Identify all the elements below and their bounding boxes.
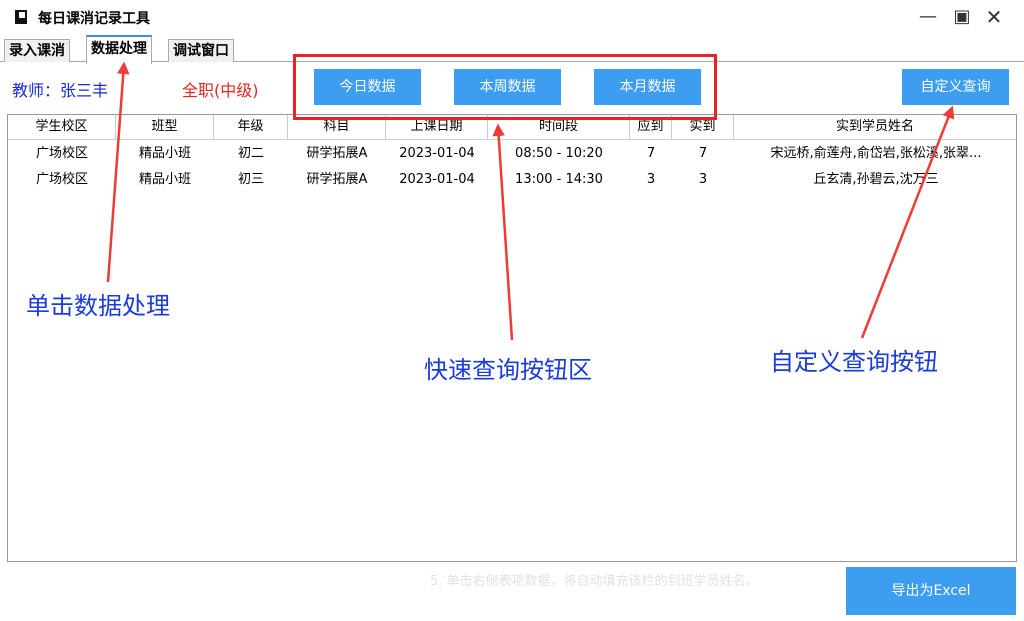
status-label: 全职(中级) [182,81,259,100]
table-cell: 13:00 - 14:30 [515,172,603,187]
window-title: 每日课消记录工具 [38,11,150,27]
table-row[interactable]: 广场校区 精品小班 初三 研学拓展A 2023-01-04 13:00 - 14… [8,168,1016,192]
quick-query-highlight [293,54,717,120]
table-cell: 广场校区 [35,146,88,161]
tab-entry[interactable]: 录入课消 [4,39,70,62]
close-button[interactable]: ✕ [980,4,1008,30]
table-cell: 08:50 - 10:20 [515,146,603,161]
title-bar: 每日课消记录工具 — ▣ ✕ [0,0,1024,34]
table-cell: 7 [698,146,708,161]
table-row[interactable]: 广场校区 精品小班 初二 研学拓展A 2023-01-04 08:50 - 10… [8,142,1016,166]
table-cell: 广场校区 [35,172,88,187]
table-cell: 丘玄清,孙碧云,沈万三 [813,172,939,187]
data-table[interactable]: 学生校区 班型 年级 科目 上课日期 时间段 应到 实到 实到学员姓名 广场校区… [7,114,1017,562]
table-cell: 初二 [237,146,264,161]
maximize-button[interactable]: ▣ [948,4,976,30]
annotation-custom-button: 自定义查询按钮 [770,348,938,376]
table-cell: 2023-01-04 [399,172,475,187]
table-cell: 3 [698,172,708,187]
annotation-quick-area: 快速查询按钮区 [424,356,592,384]
table-cell: 初三 [237,172,264,187]
table-cell: 7 [646,146,656,161]
ghost-text: 5. 单击右侧表项数据，将自动填充该栏的到班学员姓名。 [430,574,759,589]
column-header[interactable]: 实到学员姓名 [734,115,1016,139]
table-cell: 研学拓展A [306,172,368,187]
tab-data-processing[interactable]: 数据处理 [86,35,152,64]
export-excel-button[interactable]: 导出为Excel [846,567,1016,615]
table-cell: 研学拓展A [306,146,368,161]
custom-query-button[interactable]: 自定义查询 [902,69,1009,105]
tab-debug[interactable]: 调试窗口 [168,39,234,62]
table-cell: 2023-01-04 [399,146,475,161]
table-cell: 3 [646,172,656,187]
column-header[interactable]: 年级 [214,115,288,139]
minimize-button[interactable]: — [914,4,942,30]
app-icon [15,10,27,24]
column-header[interactable]: 学生校区 [8,115,116,139]
table-cell: 宋远桥,俞莲舟,俞岱岩,张松溪,张翠... [770,146,982,161]
table-cell: 精品小班 [138,146,191,161]
teacher-label: 教师：张三丰 [12,81,109,100]
annotation-click-tab: 单击数据处理 [26,292,170,320]
table-cell: 精品小班 [138,172,191,187]
column-header[interactable]: 班型 [116,115,214,139]
